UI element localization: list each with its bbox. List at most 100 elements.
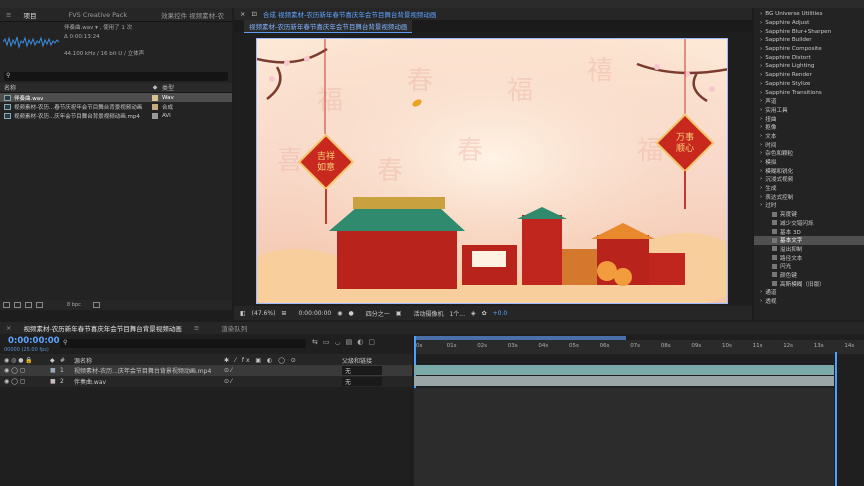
project-settings-icon[interactable] — [36, 302, 43, 308]
effect-item[interactable]: 高斯模糊（旧版） — [754, 279, 864, 288]
layer-name[interactable]: 伴奏曲.wav — [74, 377, 224, 386]
effect-item[interactable]: › 文本 — [754, 132, 864, 141]
effect-item[interactable]: › Sapphire Blur+Sharpen — [754, 27, 864, 36]
layer-2-bar[interactable] — [414, 376, 834, 386]
close-icon[interactable]: × — [0, 324, 17, 332]
project-item[interactable]: 伴奏曲.wav Wav — [0, 93, 232, 102]
effect-item[interactable]: › 实用工具 — [754, 106, 864, 115]
layer-switches[interactable]: ⊙ ⁄ — [224, 367, 342, 374]
bpc-label[interactable]: 8 bpc — [67, 302, 81, 308]
tab-project[interactable]: 项目 — [17, 10, 42, 20]
snapshot-icon[interactable]: ◧ — [240, 310, 246, 317]
col-parent[interactable]: 父级和链接 — [342, 356, 372, 365]
effect-item[interactable]: › Sapphire Builder — [754, 36, 864, 45]
label-swatch[interactable] — [152, 103, 158, 110]
effect-item[interactable]: 溢出抑制 — [754, 245, 864, 254]
layer-1-bar[interactable] — [414, 365, 834, 375]
work-area-bar[interactable] — [414, 336, 626, 340]
effect-item[interactable]: 基本文字 — [754, 235, 864, 245]
end-marker[interactable] — [835, 352, 837, 486]
project-search-input[interactable]: ⚲ — [4, 72, 228, 81]
label-swatch[interactable]: ■ — [50, 367, 60, 374]
effect-item[interactable]: 减少交错闪烁 — [754, 219, 864, 228]
region-icon[interactable]: ▣ — [396, 310, 402, 317]
effect-item[interactable]: 闪光 — [754, 262, 864, 271]
toggle-icon[interactable]: ◈ — [471, 310, 476, 317]
time-ruler[interactable]: 0s 01s 02s 03s 04s 05s 06s 07s 08s 09s 10s 11s 12s 13… — [414, 340, 864, 354]
tab-effect-controls[interactable]: 效果控件 视频素材-农 — [155, 10, 230, 20]
col-source-name[interactable]: 源名称 — [74, 356, 224, 365]
camera-icon[interactable]: ◉ — [337, 310, 342, 317]
effect-item[interactable]: › 时间 — [754, 140, 864, 149]
effect-item[interactable]: 基本 3D — [754, 227, 864, 236]
timeline-layer-row[interactable]: ◉ ◯ ▢ ■ 1 视频素材-农历...庆年会节目舞台背景视频动画.mp4 ⊙ ⁄ 无 — [0, 365, 412, 376]
effect-item[interactable]: › 表达式控制 — [754, 192, 864, 201]
effect-item[interactable]: 颜色键 — [754, 271, 864, 280]
tab-render-queue[interactable]: 渲染队列 — [215, 323, 253, 333]
quality-dropdown[interactable]: 四分之一 — [366, 309, 390, 318]
effect-item[interactable]: › 模糊和锐化 — [754, 166, 864, 175]
col-name[interactable]: 名称 — [0, 83, 148, 92]
current-time[interactable]: 0:00:00:00 — [298, 310, 331, 317]
composition-viewer[interactable]: 福春福禧 喜春福春 吉祥如意 万事顺心 — [256, 38, 728, 304]
project-item[interactable]: 视频素材-农历...春节庆祝年会节目舞台背景视频动画 合成 — [0, 102, 232, 111]
label-swatch[interactable] — [152, 94, 158, 101]
effect-item[interactable]: › Sapphire Transitions — [754, 88, 864, 97]
panel-menu-icon[interactable]: ≡ — [188, 324, 205, 332]
grid-icon[interactable]: ⊞ — [281, 310, 286, 317]
panel-menu-icon[interactable]: ≡ — [0, 11, 17, 19]
effect-item[interactable]: › Sapphire Distort — [754, 53, 864, 62]
effect-item[interactable]: › Sapphire Lighting — [754, 62, 864, 71]
label-swatch[interactable]: ■ — [50, 378, 60, 385]
effect-item[interactable]: › 杂色和颗粒 — [754, 149, 864, 158]
effect-item[interactable]: › 通道 — [754, 288, 864, 297]
project-item[interactable]: 视频素材-农历...庆年会节目舞台背景视频动画.mp4 AVI — [0, 111, 232, 120]
exposure-icon[interactable]: ✿ — [482, 310, 487, 317]
effect-item[interactable]: › BG Universe Utilities — [754, 10, 864, 19]
color-icon[interactable]: ● — [349, 310, 354, 317]
new-composition-icon[interactable] — [25, 302, 32, 308]
close-icon[interactable]: × — [240, 10, 245, 18]
label-swatch[interactable] — [152, 112, 158, 119]
exposure-value[interactable]: +0.0 — [493, 310, 508, 317]
effect-item[interactable]: › Sapphire Adjust — [754, 19, 864, 28]
layer-switches[interactable]: ⊙ ⁄ — [224, 378, 342, 385]
timeline-search-input[interactable]: ⚲ — [60, 339, 306, 348]
tab-composition[interactable]: 合成 视频素材-农历新年春节喜庆年会节目舞台背景视频动画 — [263, 9, 436, 19]
effect-item[interactable]: › 模拟 — [754, 158, 864, 167]
parent-dropdown[interactable]: 无 — [342, 377, 382, 386]
eye-icon[interactable]: ◉ ◯ ▢ — [0, 367, 50, 374]
zoom-dropdown[interactable]: (47.6%) — [252, 310, 276, 317]
col-type[interactable]: 类型 — [162, 83, 212, 92]
layer-name[interactable]: 视频素材-农历...庆年会节目舞台背景视频动画.mp4 — [74, 366, 224, 375]
effect-item[interactable]: › Sapphire Render — [754, 71, 864, 80]
new-folder-icon[interactable] — [14, 302, 21, 308]
interpret-footage-icon[interactable] — [3, 302, 10, 308]
breadcrumb-comp[interactable]: 视频素材-农历新年春节喜庆年会节目舞台背景视频动画 — [244, 19, 413, 33]
trash-icon[interactable] — [92, 302, 100, 308]
effect-item[interactable]: › 生成 — [754, 184, 864, 193]
timeline-layer-row[interactable]: ◉ ◯ ▢ ■ 2 伴奏曲.wav ⊙ ⁄ 无 — [0, 376, 412, 387]
lock-icon[interactable]: ⊡ — [251, 10, 256, 18]
effect-item[interactable]: › 透视 — [754, 297, 864, 306]
effect-item[interactable]: › Sapphire Composite — [754, 45, 864, 54]
effect-item[interactable]: › 抠像 — [754, 123, 864, 132]
camera-dropdown[interactable]: 活动摄像机 — [413, 309, 443, 318]
effect-item[interactable]: › 扭曲 — [754, 114, 864, 123]
eye-icon[interactable]: ◉ ◯ ▢ — [0, 378, 50, 385]
motion-blur-icon[interactable]: ◐ — [357, 338, 368, 346]
effect-item[interactable]: 路径文本 — [754, 253, 864, 262]
views-dropdown[interactable]: 1个... — [449, 309, 465, 318]
effect-item[interactable]: › 声道 — [754, 97, 864, 106]
tab-timeline-comp[interactable]: 视频素材-农历新年春节喜庆年会节目舞台背景视频动画 — [17, 323, 187, 333]
shy-icon[interactable]: ◡ — [335, 338, 346, 346]
parent-dropdown[interactable]: 无 — [342, 366, 382, 375]
frame-blend-icon[interactable]: ▤ — [346, 338, 358, 346]
timecode[interactable]: 0:00:00:00 — [8, 336, 60, 346]
graph-editor-icon[interactable]: ▢ — [368, 338, 380, 346]
effect-item[interactable]: › 过时 — [754, 201, 864, 210]
draft-3d-icon[interactable]: ▭ — [323, 338, 335, 346]
effect-item[interactable]: › 沉浸式视频 — [754, 175, 864, 184]
effect-item[interactable]: 亮度键 — [754, 210, 864, 219]
effect-item[interactable]: › Sapphire Stylize — [754, 80, 864, 89]
